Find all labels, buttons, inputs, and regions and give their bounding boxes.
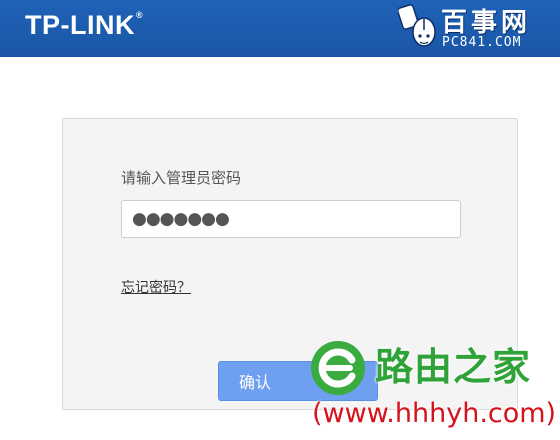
watermark-title: 百事网 [441, 8, 532, 38]
hhhyh-watermark: 路由之家 (www.hhhyh.com) [300, 332, 558, 438]
header-bar: TP-LINK® 百事网 PC841.COM [0, 0, 560, 57]
pc841-watermark: 百事网 PC841.COM [398, 2, 558, 54]
watermark-url: (www.hhhyh.com) [312, 398, 557, 429]
forgot-password-link[interactable]: 忘记密码？ [121, 277, 191, 297]
password-input[interactable] [121, 200, 461, 238]
password-prompt: 请输入管理员密码 [121, 169, 242, 187]
watermark-name: 路由之家 [375, 345, 532, 389]
leaf-e-logo-icon [311, 341, 365, 395]
watermark-subtitle: PC841.COM [442, 35, 522, 50]
tp-link-logo: TP-LINK® [25, 10, 144, 40]
mouse-icon [398, 4, 436, 47]
